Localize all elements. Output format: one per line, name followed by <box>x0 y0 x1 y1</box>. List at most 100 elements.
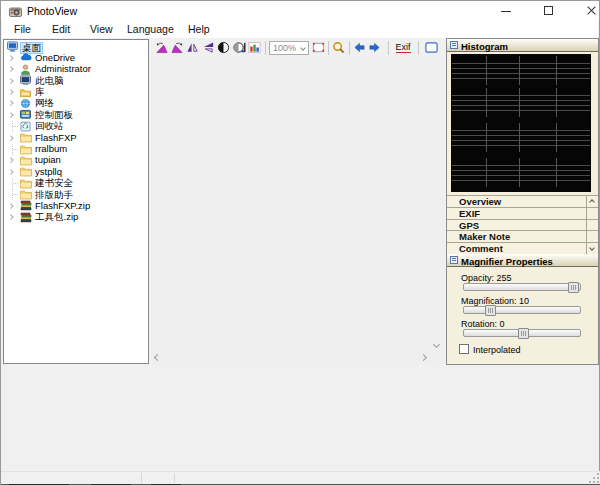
scroll-up-icon[interactable] <box>589 199 595 205</box>
tree-item[interactable]: 库 <box>4 87 148 98</box>
collapse-icon[interactable] <box>450 256 458 264</box>
expand-chevron-icon[interactable] <box>8 55 13 60</box>
tree-item-label[interactable]: 库 <box>35 87 45 98</box>
tree-item-label[interactable]: 控制面板 <box>35 110 73 121</box>
rotate-right-icon[interactable] <box>171 41 184 54</box>
collapse-icon[interactable] <box>450 41 458 49</box>
scroll-down-icon[interactable] <box>433 341 440 348</box>
magnification-slider[interactable] <box>463 306 581 314</box>
user-icon <box>20 64 32 75</box>
expand-chevron-icon[interactable] <box>8 203 13 208</box>
histogram-header[interactable]: Histogram <box>447 39 598 52</box>
back-arrow-icon[interactable] <box>353 41 366 54</box>
section-comment[interactable]: Comment <box>447 242 598 254</box>
tree-item[interactable]: 回收站 <box>4 121 148 132</box>
image-viewer[interactable] <box>151 57 444 364</box>
tree-item-label[interactable]: ystpllq <box>35 167 62 178</box>
opacity-slider[interactable] <box>463 283 581 291</box>
section-overview[interactable]: Overview <box>447 195 598 207</box>
tree-item-label[interactable]: 工具包.zip <box>35 212 78 223</box>
tree-item[interactable]: 网络 <box>4 98 148 109</box>
expand-chevron-icon[interactable] <box>8 89 13 94</box>
tree-item-label[interactable]: OneDrive <box>35 53 75 64</box>
resize-grip[interactable] <box>589 473 599 483</box>
expand-chevron-icon[interactable] <box>8 158 13 163</box>
rotate-left-icon[interactable] <box>155 41 168 54</box>
histogram-title: Histogram <box>461 41 508 52</box>
tree-item[interactable]: 排版助手 <box>4 189 148 200</box>
tree-item[interactable]: 控制面板 <box>4 109 148 120</box>
interpolated-checkbox[interactable] <box>459 344 469 354</box>
section-maker-note[interactable]: Maker Note <box>447 230 598 242</box>
crop-marks-icon[interactable] <box>312 41 325 54</box>
flip-horizontal-icon[interactable] <box>186 41 199 54</box>
scroll-left-icon[interactable] <box>154 354 161 361</box>
tree-item[interactable]: tupian <box>4 155 148 166</box>
section-gps[interactable]: GPS <box>447 219 598 231</box>
metadata-scrollbar[interactable] <box>586 195 598 254</box>
brightness-icon[interactable] <box>233 41 246 54</box>
tree-item-label[interactable]: FlashFXP <box>35 133 77 144</box>
app-icon <box>9 5 22 18</box>
opacity-slider-thumb[interactable] <box>568 282 579 293</box>
tree-item[interactable]: 此电脑 <box>4 75 148 86</box>
tree-item-label[interactable]: 此电脑 <box>35 76 64 87</box>
zoom-combobox[interactable]: 100% <box>269 41 309 55</box>
maximize-button[interactable] <box>532 1 566 21</box>
expand-chevron-icon[interactable] <box>8 215 13 220</box>
magnifier-icon[interactable] <box>332 41 345 54</box>
section-exif[interactable]: EXIF <box>447 207 598 219</box>
interpolated-label: Interpolated <box>473 345 521 355</box>
expand-chevron-icon[interactable] <box>8 112 13 117</box>
tree-item[interactable]: FlashFXP <box>4 132 148 143</box>
tree-item[interactable]: ystpllq <box>4 166 148 177</box>
fit-window-icon[interactable] <box>425 41 438 54</box>
chevron-down-icon[interactable] <box>300 45 306 51</box>
color-balance-icon[interactable] <box>248 41 261 54</box>
close-button[interactable] <box>574 1 600 21</box>
tree-item[interactable]: 桌面 <box>4 41 148 52</box>
expand-chevron-icon[interactable] <box>8 67 13 72</box>
desktop-icon <box>7 41 19 52</box>
menu-file[interactable]: File <box>14 22 31 38</box>
tree-guide <box>13 183 19 184</box>
menu-view[interactable]: View <box>90 22 113 38</box>
tree-item-label[interactable]: 网络 <box>35 98 54 109</box>
tree-item-label[interactable]: tupian <box>35 155 61 166</box>
tree-item-label[interactable]: FlashFXP.zip <box>35 201 90 212</box>
tree-item[interactable]: Administrator <box>4 64 148 75</box>
status-bar <box>1 471 600 484</box>
exif-button[interactable]: Exif <box>396 42 411 53</box>
rotation-slider-thumb[interactable] <box>518 328 529 339</box>
expand-chevron-icon[interactable] <box>8 101 13 106</box>
scroll-right-icon[interactable] <box>420 354 427 361</box>
title-bar: PhotoView <box>1 1 599 21</box>
tree-item[interactable]: 工具包.zip <box>4 212 148 223</box>
flip-vertical-icon[interactable] <box>202 41 215 54</box>
tree-item[interactable]: 建书安全 <box>4 178 148 189</box>
tree-item[interactable]: OneDrive <box>4 52 148 63</box>
tree-item-label[interactable]: 回收站 <box>35 121 64 132</box>
forward-arrow-icon[interactable] <box>368 41 381 54</box>
contrast-icon[interactable] <box>217 41 230 54</box>
magnifier-header[interactable]: Magnifier Properties <box>447 254 598 267</box>
onedrive-icon <box>20 52 32 63</box>
folder-icon <box>20 189 32 200</box>
menu-edit[interactable]: Edit <box>52 22 70 38</box>
libraries-icon <box>20 87 32 98</box>
tree-item-label[interactable]: 建书安全 <box>35 178 73 189</box>
tree-item-label[interactable]: rralbum <box>35 144 67 155</box>
expand-chevron-icon[interactable] <box>8 169 13 174</box>
magnification-slider-thumb[interactable] <box>485 305 496 316</box>
tree-item[interactable]: FlashFXP.zip <box>4 200 148 211</box>
tree-item-label[interactable]: Administrator <box>35 64 91 75</box>
menu-language[interactable]: Language <box>127 22 174 38</box>
tree-item[interactable]: rralbum <box>4 144 148 155</box>
expand-chevron-icon[interactable] <box>8 78 13 83</box>
minimize-button[interactable] <box>489 1 523 21</box>
rotation-slider[interactable] <box>463 329 581 337</box>
tree-item-label[interactable]: 排版助手 <box>35 190 73 201</box>
scroll-down-icon[interactable] <box>589 245 595 251</box>
menu-help[interactable]: Help <box>188 22 210 38</box>
expand-chevron-icon[interactable] <box>8 135 13 140</box>
